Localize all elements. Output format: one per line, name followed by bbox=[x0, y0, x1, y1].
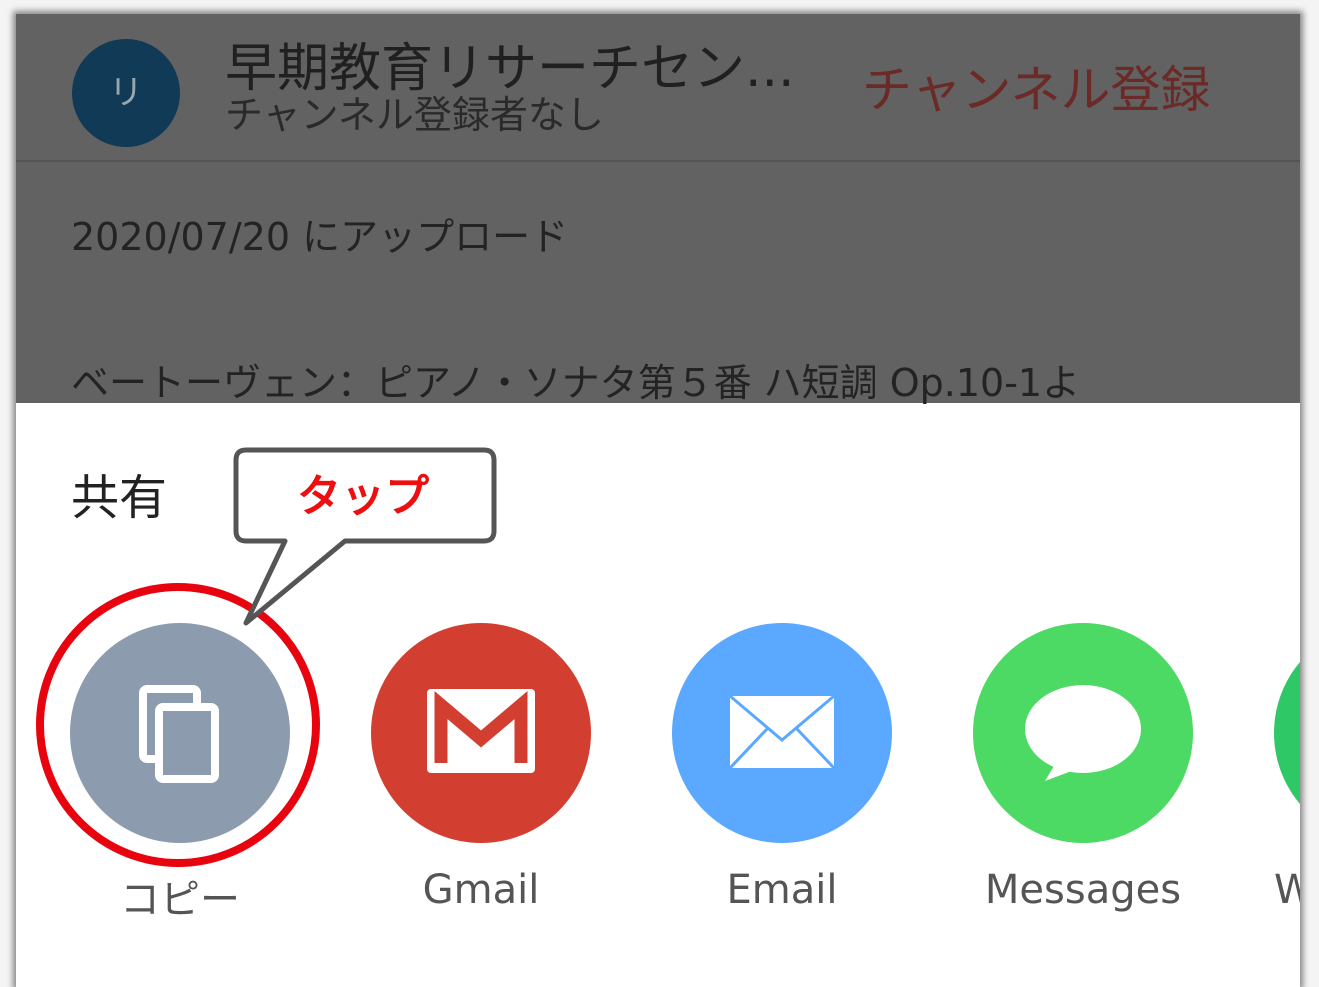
callout-text: タップ bbox=[297, 471, 429, 522]
callout-bubble bbox=[233, 447, 497, 626]
